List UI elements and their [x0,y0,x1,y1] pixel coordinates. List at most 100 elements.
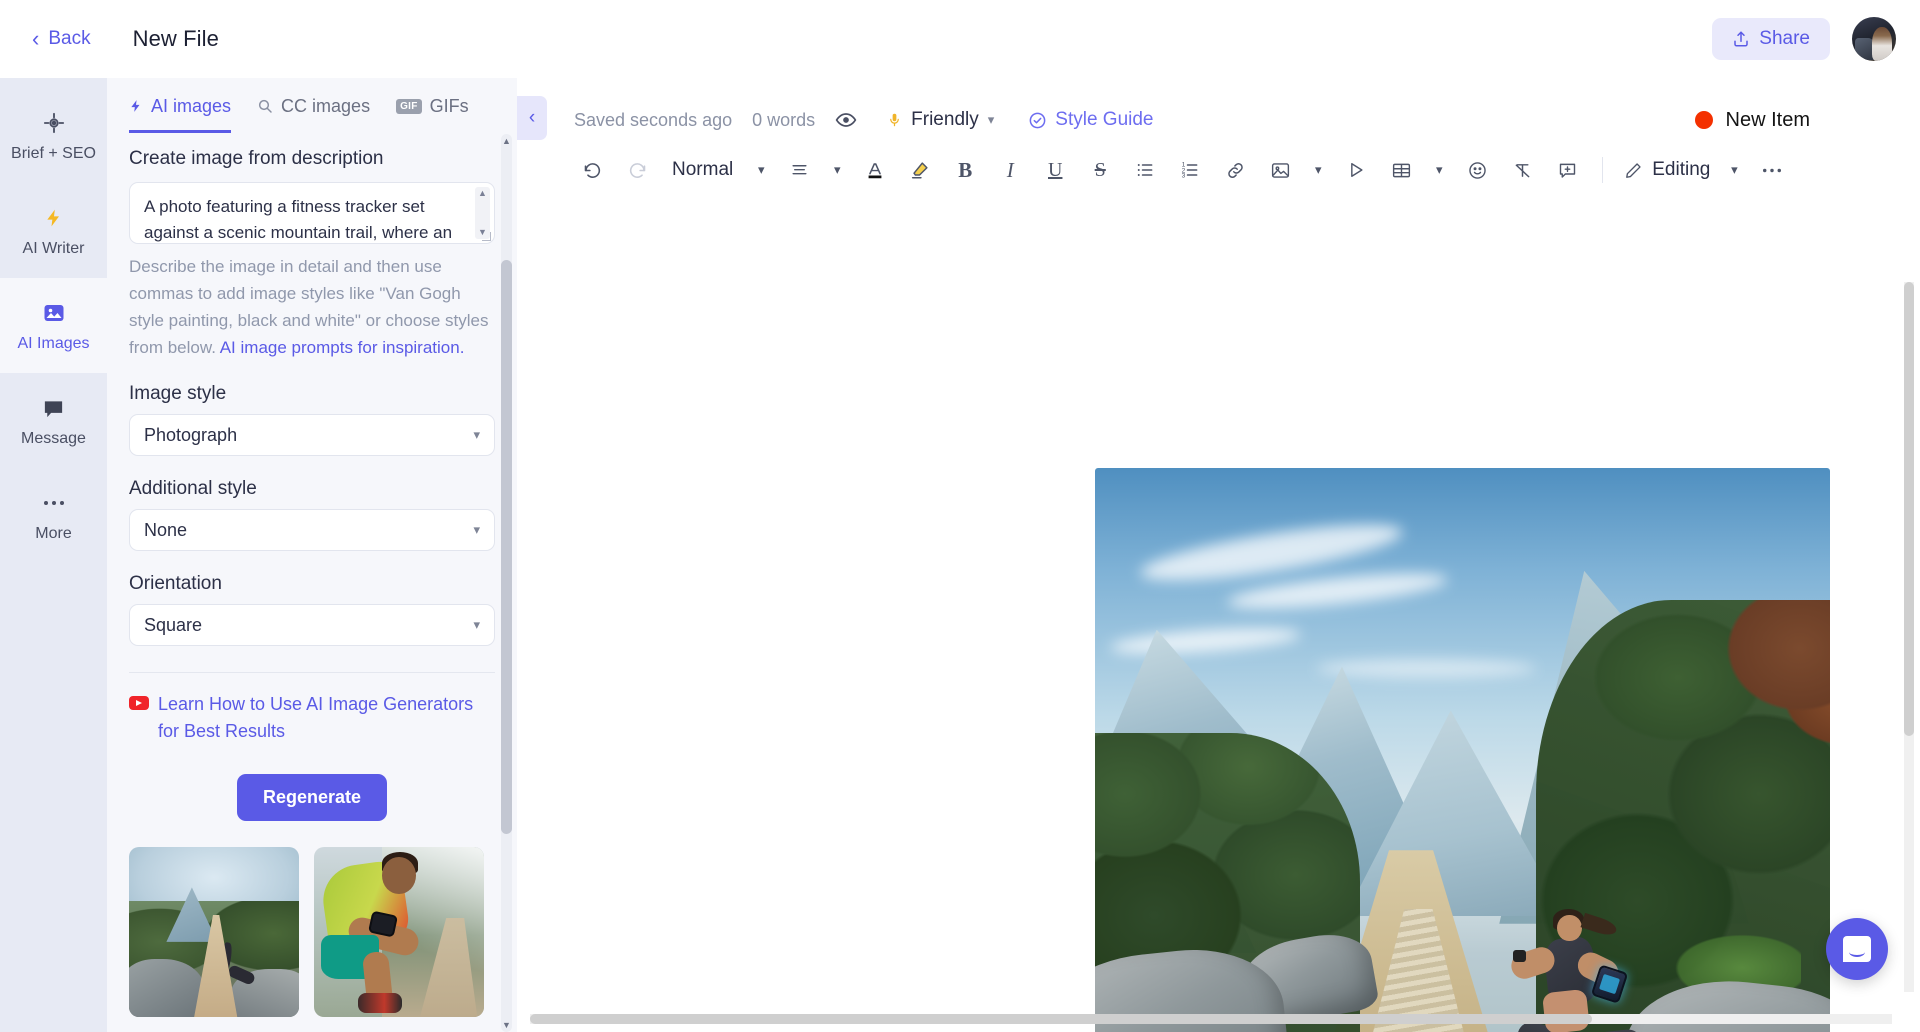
image-style-label: Image style [129,383,227,405]
table-icon[interactable] [1381,150,1421,190]
clear-format-icon[interactable] [1502,150,1542,190]
tab-label: AI images [151,95,232,116]
canvas-horizontal-scrollbar[interactable] [530,1014,1892,1024]
thumbnail-athlete-checking-watch[interactable] [314,846,484,1017]
chevron-down-icon[interactable]: ▾ [1426,150,1452,190]
sidebar-item-brief-seo[interactable]: Brief + SEO [0,88,107,183]
share-upload-icon [1732,30,1750,48]
tab-label: GIFs [429,95,469,116]
tab-cc-images[interactable]: CC images [257,96,370,133]
thumbnail-mountain-trail-runner[interactable] [129,846,299,1017]
youtube-tutorial-link[interactable]: Learn How to Use AI Image Generators for… [129,691,495,743]
saved-status: Saved seconds ago [574,109,733,130]
sidebar-item-ai-images[interactable]: AI Images [0,278,107,373]
highlight-icon[interactable] [900,150,940,190]
pencil-icon [1624,161,1643,180]
avatar[interactable] [1852,17,1896,61]
image-icon [42,300,66,326]
chevron-left-icon: ‹ [528,107,536,128]
tab-ai-images[interactable]: AI images [129,95,232,133]
check-circle-icon [1028,111,1047,130]
scrollbar-thumb[interactable] [530,1014,1593,1024]
chat-bubble-icon [1843,936,1871,962]
paragraph-style-select[interactable]: Normal [662,159,743,181]
style-guide-button[interactable]: Style Guide [1028,109,1154,131]
media-play-icon[interactable] [1336,150,1376,190]
image-style-select[interactable]: Photograph ▾ [129,414,495,457]
editing-mode-label: Editing [1652,159,1711,180]
underline-icon[interactable]: U [1035,150,1075,190]
sidebar-item-message[interactable]: Message [0,373,107,468]
body-row: Brief + SEO AI Writer AI Images Message … [0,78,1920,1032]
chat-support-button[interactable] [1826,918,1888,980]
redo-icon[interactable] [617,150,657,190]
chevron-up-icon[interactable]: ▲ [478,189,487,198]
more-options-icon[interactable] [1752,150,1792,190]
lightning-icon [129,97,143,115]
youtube-link-label: Learn How to Use AI Image Generators for… [158,694,474,741]
additional-style-select[interactable]: None ▾ [129,509,495,552]
orientation-value: Square [144,614,203,635]
numbered-list-icon[interactable]: 1 2 3 [1170,150,1210,190]
gif-badge-icon: GIF [396,98,422,114]
generated-thumbnails [129,846,495,1017]
prompt-textarea[interactable]: A photo featuring a fitness tracker set … [129,182,495,244]
bold-icon[interactable]: B [945,150,985,190]
search-icon [257,98,273,114]
orientation-select[interactable]: Square ▾ [129,604,495,647]
undo-icon[interactable] [572,150,612,190]
chevron-down-icon: ▾ [473,427,480,443]
comment-icon[interactable] [1547,150,1587,190]
word-count: 0 words [752,109,816,130]
editing-mode-selector[interactable]: Editing [1618,159,1716,181]
chevron-down-icon[interactable]: ▾ [1721,150,1747,190]
svg-text:3: 3 [1182,173,1186,180]
scrollbar-thumb[interactable] [1904,282,1914,737]
ai-image-prompts-link[interactable]: AI image prompts for inspiration. [220,338,465,357]
text-color-icon[interactable] [855,150,895,190]
emoji-icon[interactable] [1457,150,1497,190]
canvas-vertical-scrollbar[interactable] [1904,282,1914,992]
back-button[interactable]: ‹ Back [24,22,99,56]
tab-gifs[interactable]: GIF GIFs [396,96,469,133]
sidebar-item-more[interactable]: More [0,468,107,563]
editor-area: Saved seconds ago 0 words Friendly ▾ Sty… [517,78,1920,1032]
align-icon[interactable] [779,150,819,190]
link-icon[interactable] [1215,150,1255,190]
chevron-down-icon[interactable]: ▾ [1305,150,1331,190]
document-meta-bar: Saved seconds ago 0 words Friendly ▾ Sty… [517,78,1920,140]
regenerate-row: Regenerate [129,773,495,821]
panel-tabs: AI images CC images GIF GIFs [107,78,517,134]
chevron-down-icon[interactable]: ▾ [824,150,850,190]
status-dot-icon [1694,111,1713,129]
tone-selector[interactable]: Friendly ▾ [887,109,994,131]
top-bar-right: Share [1712,17,1896,61]
share-button[interactable]: Share [1712,18,1830,60]
prompt-text-value: A photo featuring a fitness tracker set … [144,197,453,242]
lightning-icon [44,205,64,231]
strikethrough-icon[interactable]: S [1080,150,1120,190]
toolbar-divider [1602,157,1604,183]
left-rail: Brief + SEO AI Writer AI Images Message … [0,78,107,1032]
chevron-down-icon: ▾ [473,522,480,538]
additional-style-label: Additional style [129,478,257,500]
panel-scrollbar[interactable]: ▲ ▼ [501,134,512,1032]
document-image[interactable] [1095,468,1830,1032]
scrollbar-thumb[interactable] [501,259,512,835]
italic-icon[interactable]: I [990,150,1030,190]
editor-toolbar: Normal ▾ ▾ B I U S 1 2 3 ▾ ▾ Editing ▾ [517,140,1920,204]
resize-handle-icon[interactable] [482,232,491,241]
preview-eye-icon[interactable] [835,109,857,131]
target-icon [43,110,65,136]
scroll-down-icon[interactable]: ▼ [501,1018,512,1032]
scroll-up-icon[interactable]: ▲ [501,134,512,148]
additional-style-value: None [144,519,188,540]
sidebar-item-label: Brief + SEO [11,145,96,162]
bullet-list-icon[interactable] [1125,150,1165,190]
regenerate-button[interactable]: Regenerate [236,773,388,821]
chevron-down-icon[interactable]: ▾ [748,150,774,190]
collapse-panel-button[interactable]: ‹ [517,96,547,140]
sidebar-item-ai-writer[interactable]: AI Writer [0,183,107,278]
new-item-button[interactable]: New Item [1694,109,1880,132]
insert-image-icon[interactable] [1260,150,1300,190]
